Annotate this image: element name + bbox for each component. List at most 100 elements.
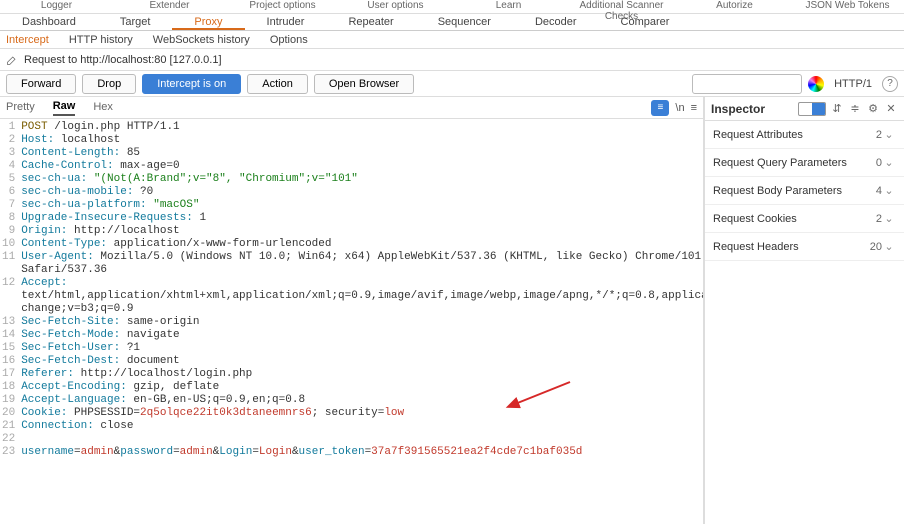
chevron-down-icon: ⌄ bbox=[882, 128, 896, 141]
code-line[interactable]: Accept: bbox=[21, 277, 703, 290]
subtab-http-history[interactable]: HTTP history bbox=[69, 34, 133, 46]
code-line[interactable]: Sec-Fetch-Site: same-origin bbox=[21, 316, 703, 329]
inspector-row-label: Request Attributes bbox=[713, 129, 864, 141]
editor-tab-raw[interactable]: Raw bbox=[53, 100, 76, 116]
ext-tab[interactable]: Autorize bbox=[678, 0, 791, 13]
code-line[interactable]: Cookie: PHPSESSID=2q5olqce22it0k3dtaneem… bbox=[21, 407, 703, 420]
http-message-editor[interactable]: 1234567891011121314151617181920212223 PO… bbox=[0, 119, 703, 524]
inspector-row[interactable]: Request Headers20⌄ bbox=[705, 233, 904, 261]
code-line[interactable]: Connection: close bbox=[21, 420, 703, 433]
subtab-websockets-history[interactable]: WebSockets history bbox=[153, 34, 250, 46]
code-line[interactable]: User-Agent: Mozilla/5.0 (Windows NT 10.0… bbox=[21, 251, 703, 264]
inspector-row-count: 4 bbox=[864, 185, 882, 197]
code-line[interactable]: username=admin&password=admin&Login=Logi… bbox=[21, 446, 703, 459]
request-target-label: Request to http://localhost:80 [127.0.0.… bbox=[24, 54, 222, 66]
settings-icon[interactable]: ⚙ bbox=[866, 102, 880, 116]
ext-tab[interactable]: Additional Scanner Checks bbox=[565, 0, 678, 13]
code-line[interactable]: sec-ch-ua: "(Not(A:Brand";v="8", "Chromi… bbox=[21, 173, 703, 186]
layout-toggle[interactable] bbox=[798, 102, 826, 116]
code-line[interactable]: Cache-Control: max-age=0 bbox=[21, 160, 703, 173]
inspector-row-label: Request Cookies bbox=[713, 213, 864, 225]
code-line[interactable]: Origin: http://localhost bbox=[21, 225, 703, 238]
intercept-toggle-button[interactable]: Intercept is on bbox=[142, 74, 241, 94]
extension-tabs: Logger Extender Project options User opt… bbox=[0, 0, 904, 14]
tool-tabs: Dashboard Target Proxy Intruder Repeater… bbox=[0, 14, 904, 31]
inspector-row-label: Request Body Parameters bbox=[713, 185, 864, 197]
code-line[interactable]: Sec-Fetch-User: ?1 bbox=[21, 342, 703, 355]
actions-icon[interactable]: ≡ bbox=[651, 100, 669, 116]
editor-tab-pretty[interactable]: Pretty bbox=[6, 101, 35, 115]
color-wheel-icon[interactable] bbox=[808, 76, 824, 92]
inspector-title: Inspector bbox=[711, 102, 765, 116]
code-line[interactable]: Content-Type: application/x-www-form-url… bbox=[21, 238, 703, 251]
code-line[interactable]: Upgrade-Insecure-Requests: 1 bbox=[21, 212, 703, 225]
code-line[interactable]: POST /login.php HTTP/1.1 bbox=[21, 121, 703, 134]
inspector-row[interactable]: Request Attributes2⌄ bbox=[705, 121, 904, 149]
request-info-bar: Request to http://localhost:80 [127.0.0.… bbox=[0, 49, 904, 71]
inspector-row-count: 2 bbox=[864, 129, 882, 141]
inspector-row[interactable]: Request Cookies2⌄ bbox=[705, 205, 904, 233]
collapse-icon[interactable]: ≑ bbox=[848, 102, 862, 116]
ext-tab[interactable]: JSON Web Tokens bbox=[791, 0, 904, 13]
code-line[interactable]: text/html,application/xhtml+xml,applicat… bbox=[21, 290, 703, 303]
chevron-down-icon: ⌄ bbox=[882, 212, 896, 225]
open-browser-button[interactable]: Open Browser bbox=[314, 74, 414, 94]
main-split: Pretty Raw Hex ≡ \n ≡ 123456789101112131… bbox=[0, 97, 904, 524]
inspector-row[interactable]: Request Query Parameters0⌄ bbox=[705, 149, 904, 177]
tab-target[interactable]: Target bbox=[98, 14, 173, 30]
drop-button[interactable]: Drop bbox=[82, 74, 136, 94]
code-line[interactable]: Sec-Fetch-Dest: document bbox=[21, 355, 703, 368]
chevron-down-icon: ⌄ bbox=[882, 240, 896, 253]
ext-tab[interactable]: Logger bbox=[0, 0, 113, 13]
chevron-down-icon: ⌄ bbox=[882, 156, 896, 169]
tab-repeater[interactable]: Repeater bbox=[326, 14, 415, 30]
code-line[interactable]: Accept-Encoding: gzip, deflate bbox=[21, 381, 703, 394]
edit-icon[interactable] bbox=[6, 54, 18, 66]
tab-comparer[interactable]: Comparer bbox=[599, 14, 692, 30]
ext-tab[interactable]: Project options bbox=[226, 0, 339, 13]
code-line[interactable]: change;v=b3;q=0.9 bbox=[21, 303, 703, 316]
code-line[interactable]: Host: localhost bbox=[21, 134, 703, 147]
ext-tab[interactable]: Learn bbox=[452, 0, 565, 13]
inspector-row-label: Request Headers bbox=[713, 241, 864, 253]
subtab-options[interactable]: Options bbox=[270, 34, 308, 46]
code-line[interactable]: Referer: http://localhost/login.php bbox=[21, 368, 703, 381]
forward-button[interactable]: Forward bbox=[6, 74, 76, 94]
tab-sequencer[interactable]: Sequencer bbox=[416, 14, 513, 30]
inspector-panel: Inspector ⇵ ≑ ⚙ ✕ Request Attributes2⌄Re… bbox=[704, 97, 904, 524]
close-icon[interactable]: ✕ bbox=[884, 102, 898, 116]
inspector-row-count: 20 bbox=[864, 241, 882, 253]
expand-icon[interactable]: ⇵ bbox=[830, 102, 844, 116]
ext-tab[interactable]: Extender bbox=[113, 0, 226, 13]
code-line[interactable]: Content-Length: 85 bbox=[21, 147, 703, 160]
tab-intruder[interactable]: Intruder bbox=[245, 14, 327, 30]
inspector-row-count: 0 bbox=[864, 157, 882, 169]
editor-tabs: Pretty Raw Hex ≡ \n ≡ bbox=[0, 97, 703, 119]
request-editor-pane: Pretty Raw Hex ≡ \n ≡ 123456789101112131… bbox=[0, 97, 704, 524]
newline-toggle-icon[interactable]: \n bbox=[675, 102, 684, 114]
code-line[interactable]: Safari/537.36 bbox=[21, 264, 703, 277]
code-line[interactable]: Accept-Language: en-GB,en-US;q=0.9,en;q=… bbox=[21, 394, 703, 407]
tab-dashboard[interactable]: Dashboard bbox=[0, 14, 98, 30]
tab-decoder[interactable]: Decoder bbox=[513, 14, 599, 30]
intercept-toolbar: Forward Drop Intercept is on Action Open… bbox=[0, 71, 904, 97]
search-input[interactable] bbox=[692, 74, 802, 94]
chevron-down-icon: ⌄ bbox=[882, 184, 896, 197]
action-button[interactable]: Action bbox=[247, 74, 308, 94]
code-line[interactable] bbox=[21, 433, 703, 446]
subtab-intercept[interactable]: Intercept bbox=[6, 34, 49, 46]
tab-proxy[interactable]: Proxy bbox=[172, 14, 244, 30]
wrap-toggle-icon[interactable]: ≡ bbox=[691, 102, 697, 114]
inspector-row[interactable]: Request Body Parameters4⌄ bbox=[705, 177, 904, 205]
http-version-label[interactable]: HTTP/1 bbox=[830, 78, 876, 90]
code-line[interactable]: sec-ch-ua-platform: "macOS" bbox=[21, 199, 703, 212]
help-icon[interactable]: ? bbox=[882, 76, 898, 92]
inspector-row-count: 2 bbox=[864, 213, 882, 225]
proxy-subtabs: Intercept HTTP history WebSockets histor… bbox=[0, 31, 904, 49]
editor-tab-hex[interactable]: Hex bbox=[93, 101, 113, 115]
inspector-row-label: Request Query Parameters bbox=[713, 157, 864, 169]
inspector-header: Inspector ⇵ ≑ ⚙ ✕ bbox=[705, 97, 904, 121]
code-line[interactable]: Sec-Fetch-Mode: navigate bbox=[21, 329, 703, 342]
ext-tab[interactable]: User options bbox=[339, 0, 452, 13]
code-line[interactable]: sec-ch-ua-mobile: ?0 bbox=[21, 186, 703, 199]
